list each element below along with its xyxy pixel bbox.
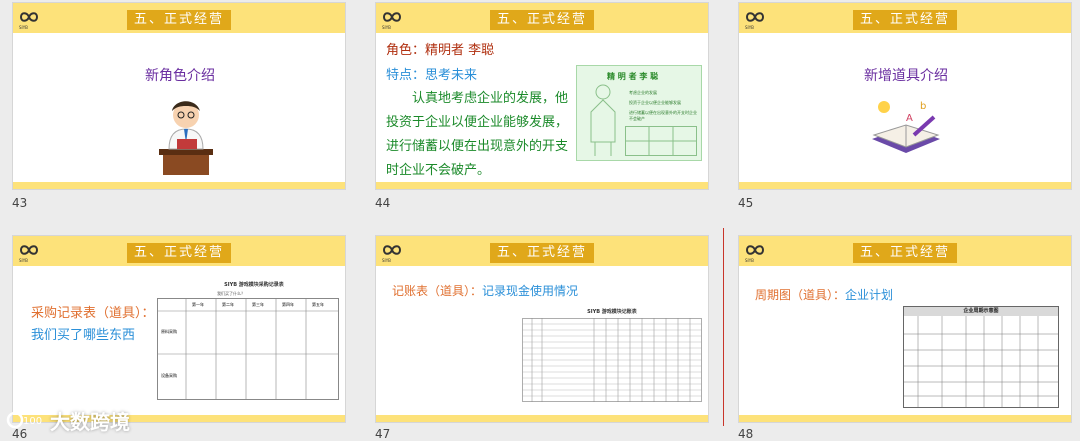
logo-icon: SIYB	[19, 245, 39, 263]
table-column-header: 第五年	[312, 302, 324, 307]
description-paragraph: 认真地考虑企业的发展，他投资于企业以便企业能够发展，进行储蓄以便在出现意外的开支…	[386, 91, 569, 178]
logo-icon: SIYB	[745, 12, 765, 30]
table-column-header: 第三年	[252, 302, 264, 307]
svg-text:100: 100	[23, 416, 42, 427]
table-grid	[158, 299, 338, 399]
slide-footer-bar	[739, 182, 1071, 189]
teacher-illustration	[159, 101, 213, 175]
trait-text: 特点：思考未来	[386, 68, 478, 83]
slide-title: 新增道具介绍	[864, 68, 948, 84]
svg-text:b: b	[920, 101, 926, 112]
table-column-header: 第一年	[192, 302, 204, 307]
slide-heading-line: 记账表（道具）：记录现金使用情况	[392, 282, 578, 299]
slide-banner: 五、正式经营	[853, 243, 957, 263]
slide-title: 新角色介绍	[145, 68, 215, 84]
svg-text:SIYB: SIYB	[19, 258, 28, 263]
purchase-record-table: 第一年 第二年 第三年 第四年 第五年 原料采购 设备采购	[157, 298, 339, 400]
card-table	[625, 126, 697, 156]
svg-text:SIYB: SIYB	[745, 25, 754, 30]
slide-heading: 记账表（道具）：	[392, 284, 483, 298]
slide-number: 43	[12, 196, 28, 210]
card-bullet: 投资于企业以便企业能够发展	[629, 100, 681, 105]
slide-43[interactable]: SIYB 五、正式经营 新角色介绍	[12, 2, 346, 190]
slide-banner: 五、正式经营	[853, 10, 957, 30]
table-column-header: 第四年	[282, 302, 294, 307]
table-title: SIYB 游戏模块记账表	[587, 309, 637, 315]
slide-banner: 五、正式经营	[490, 10, 594, 30]
ledger-table	[522, 318, 702, 402]
svg-text:A: A	[906, 113, 913, 124]
slide-subheading: 记录现金使用情况	[482, 284, 579, 298]
table-title: 企业周期示意图	[904, 307, 1058, 316]
slide-45[interactable]: SIYB 五、正式经营 新增道具介绍 b A	[738, 2, 1072, 190]
slide-banner: 五、正式经营	[490, 243, 594, 263]
logo-icon: SIYB	[382, 12, 402, 30]
slide-number: 48	[738, 427, 754, 441]
character-card: 精 明 者 李 聪 考虑企业的发展 投资于企业以便企业能够发展 进行储蓄以便在出…	[576, 65, 702, 161]
watermark-logo-icon: 100	[6, 411, 42, 428]
slide-number: 44	[375, 196, 391, 210]
slide-heading: 周期图（道具）：	[755, 288, 846, 302]
slide-subheading: 企业计划	[845, 288, 894, 302]
watermark: 100 大数跨境	[6, 406, 130, 435]
table-title: SIYB 游戏模块采购记录表	[224, 282, 284, 288]
table-note: 我们买了什么？	[217, 291, 245, 296]
card-bullet: 考虑企业的发展	[629, 90, 657, 95]
slide-footer-bar	[376, 182, 708, 189]
table-row-header: 设备采购	[161, 373, 177, 378]
table-column-header: 第二年	[222, 302, 234, 307]
slide-number: 45	[738, 196, 754, 210]
slide-46[interactable]: SIYB 五、正式经营 采购记录表（道具）： 我们买了哪些东西 SIYB 游戏模…	[12, 235, 346, 423]
slide-banner: 五、正式经营	[127, 10, 231, 30]
slide-footer-bar	[376, 415, 708, 422]
slide-heading: 采购记录表（道具）：	[31, 306, 155, 321]
svg-text:SIYB: SIYB	[745, 258, 754, 263]
book-illustration: b A	[872, 101, 940, 153]
slide-subheading: 我们买了哪些东西	[31, 328, 136, 343]
table-row-header: 原料采购	[161, 329, 177, 334]
slide-47[interactable]: SIYB 五、正式经营 记账表（道具）：记录现金使用情况 SIYB 游戏模块记账…	[375, 235, 709, 423]
slide-footer-bar	[13, 182, 345, 189]
slide-footer-bar	[739, 415, 1071, 422]
character-sketch	[590, 84, 616, 156]
drag-insertion-marker	[723, 228, 724, 426]
svg-text:SIYB: SIYB	[382, 25, 391, 30]
cycle-chart-table: 企业周期示意图	[903, 306, 1059, 408]
slide-banner: 五、正式经营	[127, 243, 231, 263]
card-bullet: 进行储蓄以便在出现意外的开支时企业不会破产	[629, 110, 697, 121]
svg-text:SIYB: SIYB	[382, 258, 391, 263]
card-title: 精 明 者 李 聪	[607, 72, 659, 81]
logo-icon: SIYB	[745, 245, 765, 263]
logo-icon: SIYB	[19, 12, 39, 30]
slide-heading-line: 周期图（道具）：企业计划	[755, 286, 893, 303]
table-grid	[904, 316, 1058, 407]
watermark-text: 大数跨境	[50, 410, 130, 434]
slide-number: 47	[375, 427, 391, 441]
svg-text:SIYB: SIYB	[19, 25, 28, 30]
slide-44[interactable]: SIYB 五、正式经营 角色：精明者 李聪 特点：思考未来 认真地考虑企业的发展…	[375, 2, 709, 190]
logo-icon: SIYB	[382, 245, 402, 263]
role-text: 角色：精明者 李聪	[386, 43, 495, 58]
slide-48[interactable]: SIYB 五、正式经营 周期图（道具）：企业计划 企业周期示意图	[738, 235, 1072, 423]
